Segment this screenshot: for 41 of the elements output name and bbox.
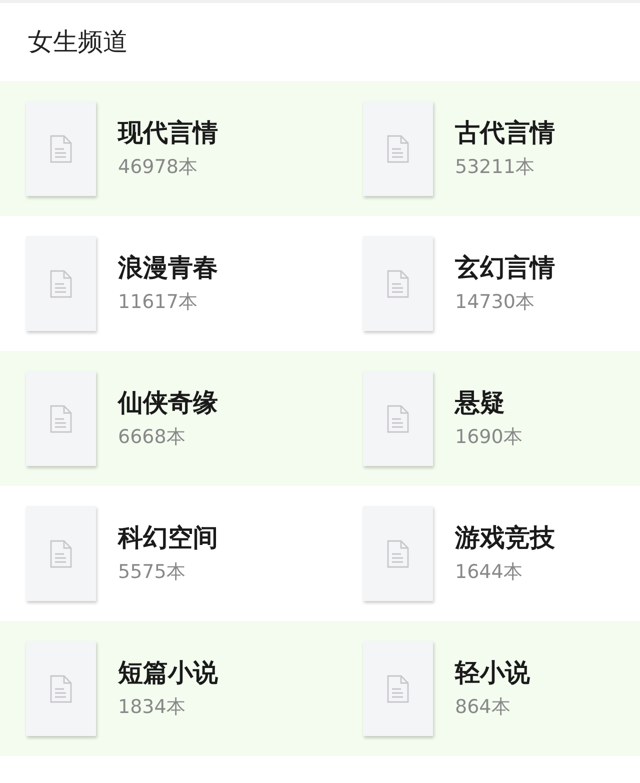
section-title: 女生频道 [28,26,128,58]
category-name: 短篇小说 [118,657,218,689]
category-item[interactable]: 游戏竞技 1644本 [320,486,640,621]
category-name: 浪漫青春 [118,252,218,284]
document-icon [387,270,409,298]
category-name: 现代言情 [118,117,218,149]
book-count: 14730本 [455,290,536,315]
document-icon [50,674,72,702]
document-icon [387,134,409,162]
category-name: 玄幻言情 [455,252,555,284]
book-count: 5575本 [118,560,186,585]
book-count: 864本 [455,695,512,720]
document-icon [387,404,409,432]
category-item[interactable]: 玄幻言情 14730本 [320,216,640,351]
document-icon [50,134,72,162]
category-name: 悬疑 [455,387,506,419]
category-name: 游戏竞技 [455,522,555,554]
category-name: 仙侠奇缘 [118,387,218,419]
book-count: 11617本 [118,290,198,315]
category-item[interactable]: 浪漫青春 11617本 [0,216,320,351]
category-item[interactable]: 古代言情 53211本 [320,81,640,216]
category-item[interactable]: 轻小说 864本 [320,621,640,756]
book-count: 1644本 [455,560,524,585]
category-item[interactable]: 现代言情 46978本 [0,81,320,216]
category-item[interactable]: 悬疑 1690本 [320,351,640,486]
category-item[interactable]: 仙侠奇缘 6668本 [0,351,320,486]
document-icon [50,270,72,298]
category-item[interactable]: 短篇小说 1834本 [0,621,320,756]
book-count: 1834本 [118,695,186,720]
book-count: 1690本 [455,425,522,450]
document-icon [50,540,72,568]
book-count: 53211本 [455,155,536,180]
category-item[interactable]: 科幻空间 5575本 [0,486,320,621]
document-icon [50,404,72,432]
category-name: 轻小说 [455,657,530,689]
book-count: 6668本 [118,425,186,450]
document-icon [387,540,409,568]
category-name: 科幻空间 [118,522,218,554]
document-icon [387,674,409,702]
book-count: 46978本 [118,155,198,180]
category-name: 古代言情 [455,117,555,149]
